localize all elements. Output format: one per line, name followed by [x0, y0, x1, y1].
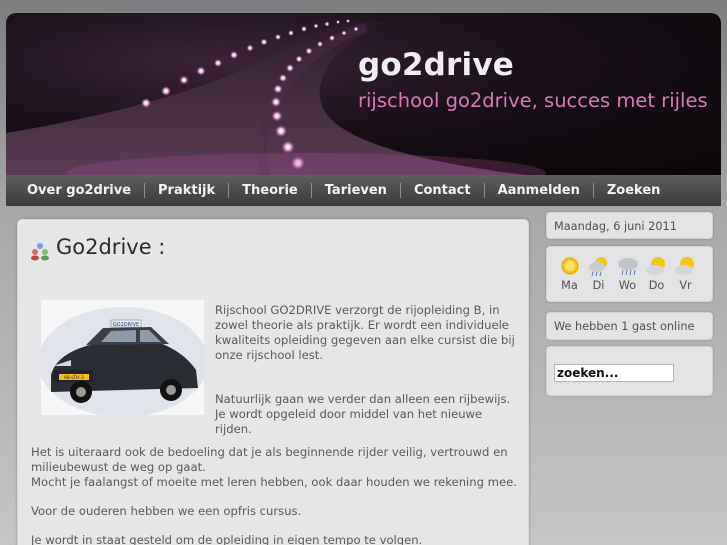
- weather-day: Di: [584, 255, 613, 292]
- weather-day: Wo: [613, 255, 642, 292]
- online-guests-text: We hebben 1 gast online: [554, 320, 695, 333]
- search-input[interactable]: [554, 364, 674, 382]
- date-widget: Maandag, 6 juni 2011: [546, 212, 713, 239]
- page: go2drive rijschool go2drive, succes met …: [0, 0, 727, 545]
- nav-item-tarieven[interactable]: Tarieven: [312, 183, 400, 198]
- svg-text:GO2DRIVE: GO2DRIVE: [113, 322, 139, 328]
- article-body: Het is uiteraard ook de bedoeling dat je…: [31, 445, 521, 545]
- people-icon: [31, 243, 49, 261]
- body-paragraph: Je wordt in staat gesteld om de opleidin…: [31, 533, 423, 545]
- nav-item-zoeken[interactable]: Zoeken: [594, 183, 674, 198]
- nav-item-over-go2drive[interactable]: Over go2drive: [14, 183, 144, 198]
- body-line: Mocht je faalangst of moeite met leren h…: [31, 475, 517, 489]
- cloud-rain-icon: [617, 258, 638, 276]
- body-line: Het is uiteraard ook de bedoeling dat je…: [31, 445, 508, 474]
- weather-day: Ma: [555, 255, 584, 292]
- intro-text: Rijschool GO2DRIVE verzorgt de rijopleid…: [215, 303, 515, 466]
- main-nav: Over go2drive Praktijk Theorie Tarieven …: [6, 175, 721, 206]
- weather-day: Vr: [671, 255, 700, 292]
- article-title: Go2drive :: [56, 235, 166, 259]
- sun-cloud-icon: [645, 257, 665, 275]
- weather-day: Do: [642, 255, 671, 292]
- main-content: Go2drive : GO2DRIVE 68-LTH-3 Rijschool G…: [17, 219, 529, 545]
- sun-rain-icon: [588, 257, 607, 277]
- intro-paragraph: Natuurlijk gaan we verder dan alleen een…: [215, 392, 511, 436]
- sun-cloud-icon: [674, 257, 694, 275]
- license-plate: 68-LTH-3: [64, 375, 84, 381]
- nav-item-theorie[interactable]: Theorie: [229, 183, 311, 198]
- driving-school-car-photo: GO2DRIVE 68-LTH-3: [41, 300, 204, 415]
- online-guests-widget: We hebben 1 gast online: [546, 312, 713, 340]
- weather-widget: Ma Di Wo Do Vr: [546, 246, 713, 302]
- sun-icon: [561, 257, 578, 275]
- intro-paragraph: Rijschool GO2DRIVE verzorgt de rijopleid…: [215, 303, 515, 362]
- site-title[interactable]: go2drive: [358, 47, 514, 83]
- body-paragraph: Het is uiteraard ook de bedoeling dat je…: [31, 445, 521, 490]
- body-paragraph: Voor de ouderen hebben we een opfris cur…: [31, 504, 302, 518]
- site-header: go2drive rijschool go2drive, succes met …: [6, 13, 721, 175]
- nav-item-contact[interactable]: Contact: [401, 183, 484, 198]
- search-widget: [546, 346, 713, 396]
- current-date: Maandag, 6 juni 2011: [554, 220, 677, 233]
- nav-item-praktijk[interactable]: Praktijk: [145, 183, 228, 198]
- nav-item-aanmelden[interactable]: Aanmelden: [485, 183, 593, 198]
- site-tagline: rijschool go2drive, succes met rijles: [358, 89, 708, 112]
